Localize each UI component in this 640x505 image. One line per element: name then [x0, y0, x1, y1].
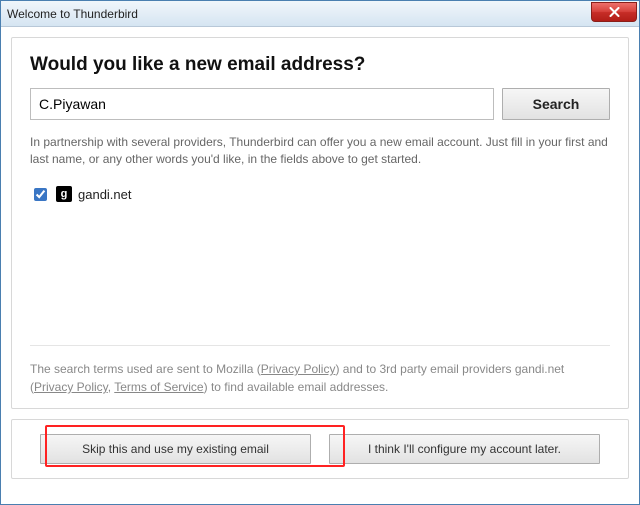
content-area: Would you like a new email address? Sear… — [11, 37, 629, 490]
button-bar: Skip this and use my existing email I th… — [11, 419, 629, 479]
search-button[interactable]: Search — [502, 88, 610, 120]
dialog-window: Welcome to Thunderbird Would you like a … — [0, 0, 640, 505]
provider-privacy-link[interactable]: Privacy Policy — [34, 380, 108, 394]
description-text: In partnership with several providers, T… — [30, 134, 610, 169]
provider-row: g gandi.net — [30, 185, 610, 204]
close-button[interactable] — [591, 2, 637, 22]
close-icon — [609, 7, 620, 17]
name-input[interactable] — [30, 88, 494, 120]
page-heading: Would you like a new email address? — [30, 54, 610, 76]
provider-name: gandi.net — [78, 187, 132, 202]
search-row: Search — [30, 88, 610, 120]
titlebar: Welcome to Thunderbird — [1, 1, 639, 27]
provider-tos-link[interactable]: Terms of Service — [114, 380, 203, 394]
main-panel: Would you like a new email address? Sear… — [11, 37, 629, 409]
mozilla-privacy-link[interactable]: Privacy Policy — [261, 362, 336, 376]
skip-button[interactable]: Skip this and use my existing email — [40, 434, 311, 464]
provider-checkbox[interactable] — [34, 188, 47, 201]
gandi-icon: g — [56, 186, 72, 202]
legal-text: The search terms used are sent to Mozill… — [30, 345, 610, 396]
configure-later-button[interactable]: I think I'll configure my account later. — [329, 434, 600, 464]
window-title: Welcome to Thunderbird — [7, 7, 138, 21]
